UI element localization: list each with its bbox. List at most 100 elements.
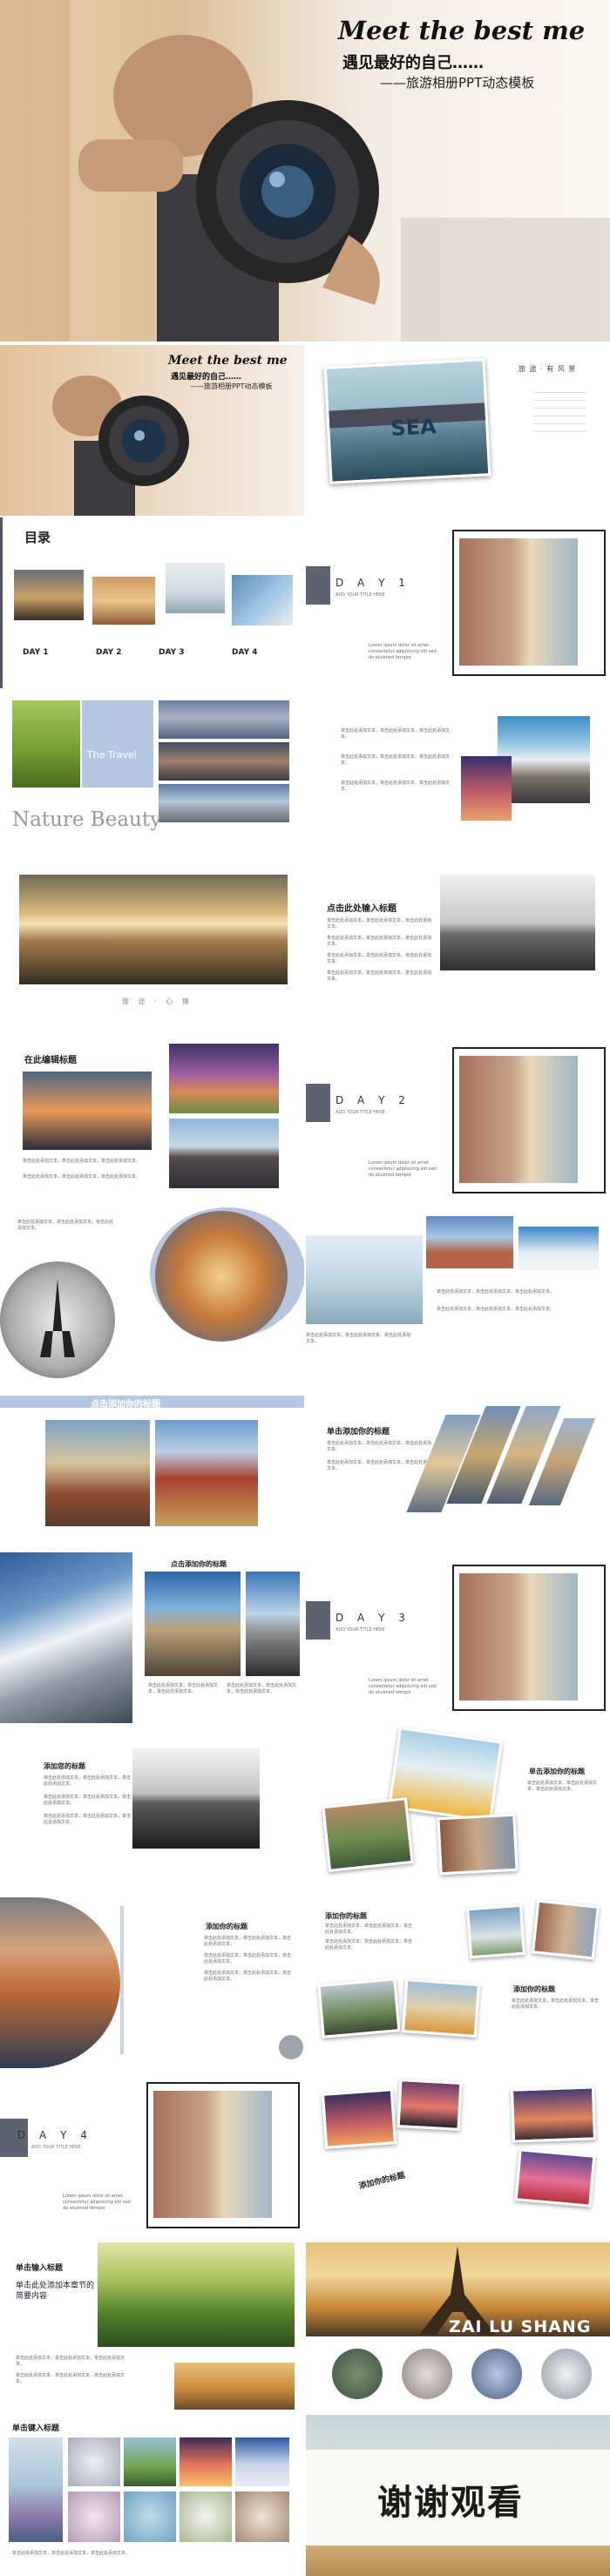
day2-heading: D A Y 2 [336,1094,410,1106]
rail-photo [246,1572,300,1676]
day2-body: Lorem ipsum dolor sit amet consectetur a… [369,1160,437,1178]
slide-toc[interactable]: 目录 DAY 1 DAY 2 DAY 3 DAY 4 [0,517,304,688]
louvre-title: 单击添加你的标题 [327,1428,390,1437]
slide-forbidden-city[interactable]: 点击添加你的标题 [0,1380,304,1551]
slide-alps[interactable]: 点击添加你的标题 单击此处添加文本，单击此处添加文本，单击此处添加文本。 单击此… [0,1552,304,1723]
slide-bw-pier[interactable]: 添加您的标题 单击此处添加文本，单击此处添加文本，单击此处添加文本。 单击此处添… [0,1725,304,1896]
mountain-text-2: 单击此处添加文本，单击此处添加文本，单击此处添加文本。 [341,754,451,766]
sunset-photo-4 [514,2148,596,2208]
travel-tag-text: The Travel [87,749,137,761]
louvre-text-2: 单击此处添加文本，单击此处添加文本，单击此处添加文本。 [327,1460,432,1471]
slide-sea[interactable]: SEA 旅 途 · 有 风 景 [306,345,610,516]
day2-photo [459,1056,578,1183]
zls-circle-2 [402,2349,452,2399]
circle-text: 单击此处添加文本，单击此处添加文本，单击此处添加文本。 [17,1220,114,1231]
slide-day3[interactable]: D A Y 3 ADD YOUR TITLE HERE Lorem ipsum … [306,1552,610,1723]
sunset-photo-2 [396,2079,463,2131]
birds-text-1: 单击此处添加文本，单击此处添加文本，单击此处添加文本。 [437,1289,555,1295]
forest-text-1: 单击此处添加文本，单击此处添加文本，单击此处添加文本。 [16,2356,125,2367]
toc-item-4[interactable]: DAY 4 [232,648,258,657]
intro-title-en: Meet the best me [168,354,288,368]
edit-photo-sunset [23,1072,152,1150]
slide-birds[interactable]: 单击此处添加文本，单击此处添加文本，单击此处添加文本。 单击此处添加文本，单击此… [306,1207,610,1378]
slide-nature[interactable]: The Travel Nature Beauty [0,690,304,861]
cover-slide[interactable]: Meet the best me 遇见最好的自己…… ——旅游相册PPT动态模板 [0,0,610,341]
garden-photo [322,1797,414,1872]
toc-item-1[interactable]: DAY 1 [23,648,49,657]
edit-photo-flowers [169,1044,279,1113]
slide-day2[interactable]: D A Y 2 ADD YOUR TITLE HERE Lorem ipsum … [306,1035,610,1206]
harbor-text-3: 单击此处添加文本，单击此处添加文本，单击此处添加文本。 [204,1971,292,1982]
slide-mountain[interactable]: 单击此处添加文本，单击此处添加文本，单击此处添加文本。 单击此处添加文本，单击此… [306,690,610,861]
slide-eiffel-circle[interactable]: 单击此处添加文本，单击此处添加文本，单击此处添加文本。 [0,1207,304,1378]
tilted-photo-3 [466,1903,525,1959]
alps-text-1: 单击此处添加文本，单击此处添加文本，单击此处添加文本。 [148,1683,219,1694]
slide-day1[interactable]: D A Y 1 ADD YOUR TITLE HERE Lorem ipsum … [306,517,610,688]
intro-photo [52,375,189,516]
forest-subtitle: 单击此处添加本章节的简要内容 [16,2282,95,2301]
slide-balloons[interactable]: 旅 途 · 心 情 [0,862,304,1033]
toc-item-3[interactable]: DAY 3 [159,648,185,657]
slide-louvre[interactable]: 单击添加你的标题 单击此处添加文本，单击此处添加文本，单击此处添加文本。 单击此… [306,1380,610,1551]
slide-icons-grid[interactable]: 单击键入标题 单击此处添加文本，单击此处添加文本，单击此处添加文本。 [0,2415,304,2576]
bwpier-text-2: 单击此处添加文本，单击此处添加文本，单击此处添加文本。 [44,1795,132,1806]
slide-pier[interactable]: 点击此处输入标题 单击此处添加文本，单击此处添加文本，单击此处添加文本。 单击此… [306,862,610,1033]
tilted-text-2: 单击此处添加文本，单击此处添加文本，单击此处添加文本。 [325,1939,413,1951]
zls-circle-1 [332,2349,383,2399]
alley-photo [437,1813,518,1876]
palace-photo-2 [155,1420,258,1526]
poem-title: 旅 途 · 有 风 景 [518,365,577,373]
toc-photo-1 [14,570,84,620]
day4-body: Lorem ipsum dolor sit amet consectetur a… [63,2194,131,2211]
pier-photo [440,875,595,970]
toc-stripe [0,517,3,688]
alps-photo [0,1552,132,1723]
day4-heading: D A Y 4 [17,2129,92,2141]
zls-brand: ZAI LU SHANG [449,2317,592,2336]
slide-harbor[interactable]: 添加你的标题 单击此处添加文本，单击此处添加文本，单击此处添加文本。 单击此处添… [0,1897,304,2068]
slide-day4[interactable]: D A Y 4 ADD YOUR TITLE HERE Lorem ipsum … [0,2070,304,2241]
cover-title-cn: 遇见最好的自己…… [342,54,484,72]
tilted-title-2: 添加你的标题 [513,1985,555,1993]
grid-photo-2 [124,2437,176,2486]
alps-title: 点击添加你的标题 [171,1560,227,1568]
palace-photo-1 [45,1420,150,1526]
balloons-footer: 旅 途 · 心 情 [122,997,193,1005]
intro-subtitle: ——旅游相册PPT动态模板 [190,382,273,390]
grid-photo-6 [124,2491,176,2542]
banner-title: 点击添加你的标题 [91,1400,160,1410]
bwpier-photo [132,1748,260,1849]
day3-photo [459,1573,578,1700]
day3-block [306,1601,330,1640]
slide-forest[interactable]: 单击输入标题 单击此处添加本章节的简要内容 单击此处添加文本，单击此处添加文本，… [0,2242,304,2413]
slide-zailushang[interactable]: ZAI LU SHANG [306,2242,610,2413]
slide-thanks[interactable]: 谢谢观看 [306,2415,610,2576]
harbor-text-2: 单击此处添加文本，单击此处添加文本，单击此处添加文本。 [204,1953,292,1964]
forest-title: 单击输入标题 [16,2264,64,2273]
grid-photo-main [9,2437,63,2542]
toc-item-2[interactable]: DAY 2 [96,648,122,657]
day2-sub: ADD YOUR TITLE HERE [336,1110,385,1115]
mountain-photo-small [461,756,512,821]
birds-text-2: 单击此处添加文本，单击此处添加文本，单击此处添加文本。 [437,1307,555,1312]
toc-title: 目录 [24,530,51,545]
day1-heading: D A Y 1 [336,577,410,589]
nature-photo-3 [159,784,289,822]
day1-block [306,566,330,605]
slide-intro-small[interactable]: Meet the best me 遇见最好的自己…… ——旅游相册PPT动态模板 [0,345,304,516]
edit-text-2: 单击此处添加文本，单击此处添加文本，单击此处添加文本。 [23,1174,141,1180]
grid-photo-8 [235,2491,289,2542]
cover-title-en: Meet the best me [338,16,586,45]
slide-edit[interactable]: 在此编辑标题 单击此处添加文本，单击此处添加文本，单击此处添加文本。 单击此处添… [0,1035,304,1206]
sunset-photo-1 [321,2088,397,2149]
cover-photo [0,0,610,341]
forest-text-2: 单击此处添加文本，单击此处添加文本，单击此处添加文本。 [16,2373,125,2384]
grid-photo-3 [180,2437,232,2486]
eiffel-bw-photo [0,1261,115,1378]
toc-photo-2 [92,577,155,625]
slide-scattered[interactable]: 单击添加你的标题 单击此处添加文本，单击此处添加文本，单击此处添加文本。 [306,1725,610,1896]
slide-tilted[interactable]: 添加你的标题 单击此处添加文本，单击此处添加文本，单击此处添加文本。 单击此处添… [306,1897,610,2068]
slide-sunset-collage[interactable]: 添加你的标题 [306,2070,610,2241]
santorini-photo [518,1227,599,1270]
tilted-title: 添加你的标题 [325,1912,367,1920]
